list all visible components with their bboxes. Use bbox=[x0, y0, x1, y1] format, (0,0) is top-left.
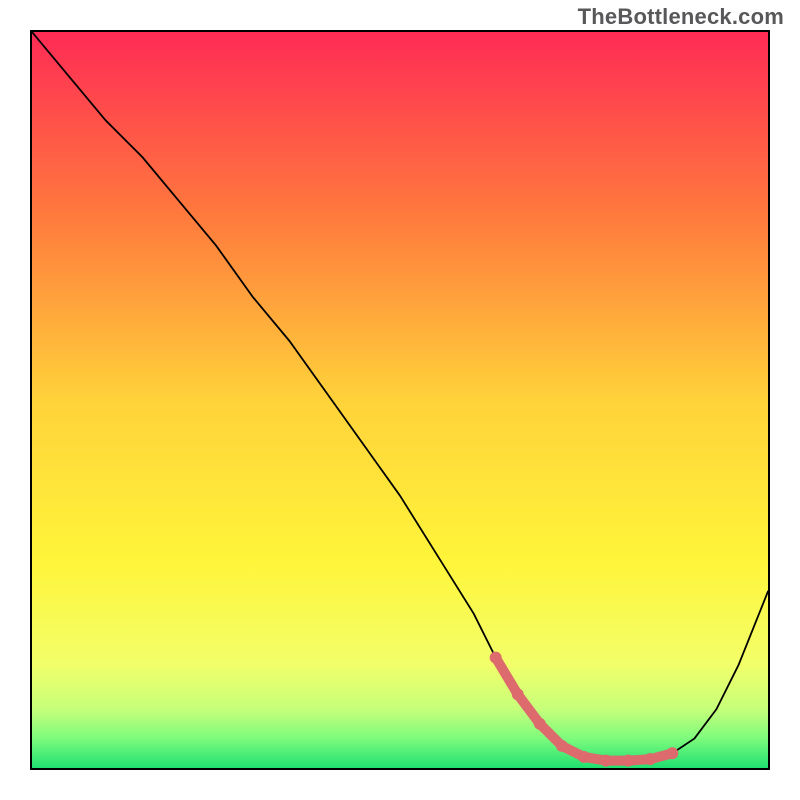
watermark-text: TheBottleneck.com bbox=[578, 4, 784, 30]
chart-svg bbox=[32, 32, 768, 768]
chart-stage: TheBottleneck.com bbox=[0, 0, 800, 800]
gradient-background bbox=[32, 32, 768, 768]
plot-area bbox=[30, 30, 770, 770]
